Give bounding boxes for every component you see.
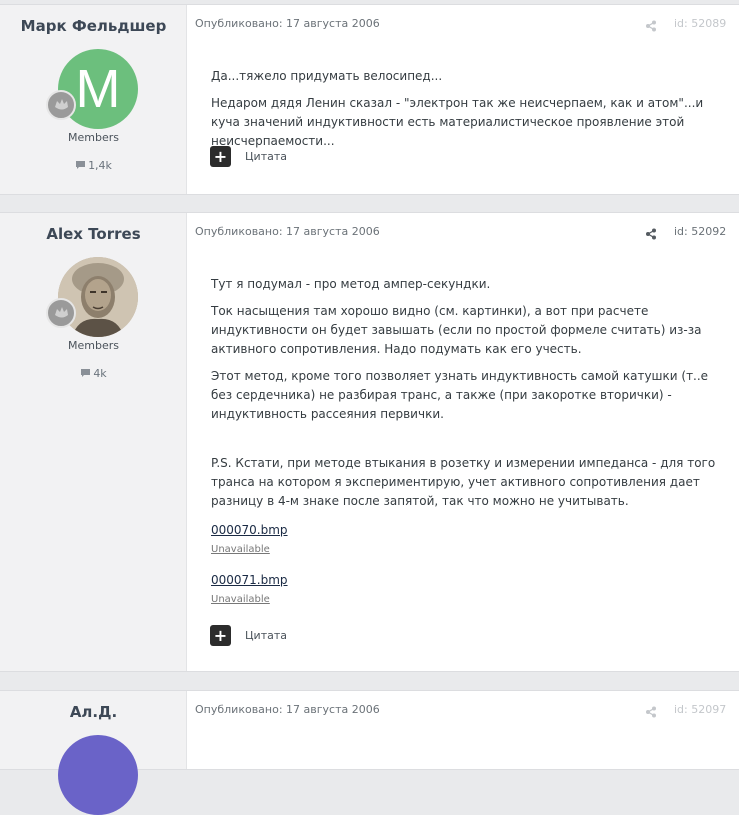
author-panel: Alex Torres Members 4k — [0, 213, 187, 671]
avatar[interactable] — [58, 735, 138, 815]
content-count: 4k — [0, 367, 187, 380]
rank-badge-icon — [46, 90, 76, 120]
post-paragraph: Тут я подумал - про метод ампер-секундки… — [211, 277, 491, 291]
author-panel: Ал.Д. — [0, 691, 187, 815]
quote-control[interactable]: + Цитата — [210, 625, 287, 646]
quote-button[interactable]: Цитата — [245, 629, 287, 642]
post-paragraph: Ток насыщения там хорошо видно (см. карт… — [211, 304, 702, 356]
content-count-value: 1,4k — [88, 159, 112, 172]
author-name[interactable]: Ал.Д. — [0, 703, 187, 721]
post-date[interactable]: Опубликовано: 17 августа 2006 — [195, 703, 380, 716]
share-icon[interactable] — [645, 703, 657, 722]
author-panel: Марк Фельдшер M Members 1,4k — [0, 5, 187, 194]
post-52092: Alex Torres Members 4k Опубликовано: 17 … — [0, 212, 739, 672]
post-paragraph: Да...тяжело придумать велосипед... — [211, 69, 443, 83]
post-paragraph: P.S. Кстати, при методе втыкания в розет… — [211, 456, 716, 508]
attachment-status: Unavailable — [211, 544, 270, 555]
quote-button[interactable]: Цитата — [245, 150, 287, 163]
attachment-status: Unavailable — [211, 594, 270, 605]
attachment-link[interactable]: 000071.bmp — [211, 571, 716, 590]
post-content: Тут я подумал - про метод ампер-секундки… — [211, 275, 716, 621]
rank-badge-icon — [46, 298, 76, 328]
post-paragraph: Недаром дядя Ленин сказал - "электрон та… — [211, 96, 704, 148]
post-52097: Ал.Д. Опубликовано: 17 августа 2006 id: … — [0, 690, 739, 815]
multiquote-button[interactable]: + — [210, 146, 231, 167]
post-date[interactable]: Опубликовано: 17 августа 2006 — [195, 225, 380, 238]
content-count: 1,4k — [0, 159, 187, 172]
share-icon[interactable] — [645, 17, 657, 36]
post-52089: Марк Фельдшер M Members 1,4k Опубликован… — [0, 4, 739, 195]
member-group: Members — [68, 339, 119, 352]
post-date[interactable]: Опубликовано: 17 августа 2006 — [195, 17, 380, 30]
content-count-value: 4k — [93, 367, 107, 380]
post-id[interactable]: id: 52089 — [674, 17, 726, 30]
author-name[interactable]: Alex Torres — [0, 225, 187, 243]
post-paragraph: Этот метод, кроме того позволяет узнать … — [211, 369, 709, 421]
member-group: Members — [68, 131, 119, 144]
post-id[interactable]: id: 52092 — [674, 225, 726, 238]
quote-control[interactable]: + Цитата — [210, 146, 287, 167]
post-id[interactable]: id: 52097 — [674, 703, 726, 716]
share-icon[interactable] — [645, 225, 657, 244]
attachment-link[interactable]: 000070.bmp — [211, 521, 716, 540]
multiquote-button[interactable]: + — [210, 625, 231, 646]
comment-icon — [81, 369, 91, 377]
author-name[interactable]: Марк Фельдшер — [0, 17, 187, 35]
comment-icon — [76, 161, 86, 169]
